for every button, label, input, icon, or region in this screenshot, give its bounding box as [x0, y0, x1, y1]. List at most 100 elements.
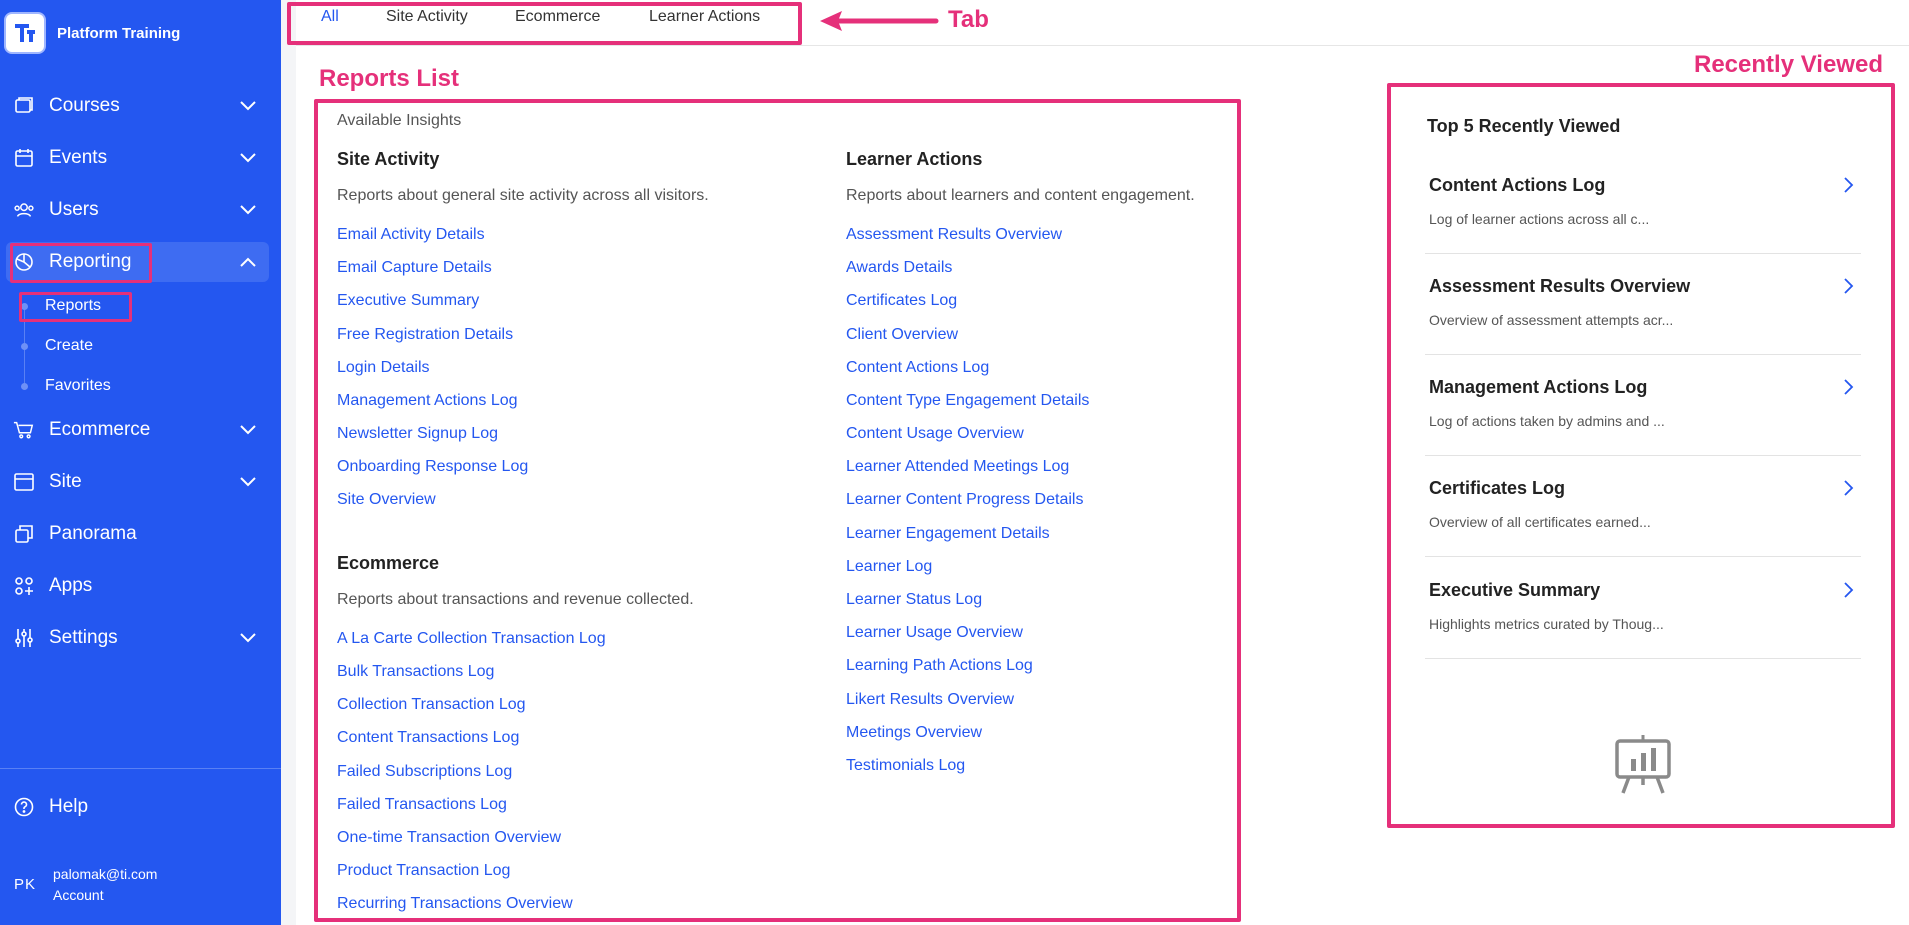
chevron-down-icon[interactable]	[238, 96, 258, 116]
report-link[interactable]: Site Overview	[337, 491, 436, 509]
report-link[interactable]: Meetings Overview	[846, 724, 982, 742]
report-link[interactable]: Learning Path Actions Log	[846, 657, 1033, 675]
recent-report-name: Executive Summary	[1429, 580, 1601, 600]
recently-viewed-item[interactable]: Management Actions Log Log of actions ta…	[1425, 355, 1861, 456]
report-link[interactable]: Content Actions Log	[846, 359, 989, 377]
section-description: Reports about general site activity acro…	[337, 187, 709, 204]
sidebar-item-courses[interactable]: Courses	[0, 86, 281, 126]
report-link[interactable]: Assessment Results Overview	[846, 226, 1062, 244]
chevron-down-icon[interactable]	[238, 148, 258, 168]
chevron-right-icon[interactable]	[1840, 276, 1856, 296]
chevron-down-icon[interactable]	[238, 200, 258, 220]
sidebar-item-settings[interactable]: Settings	[0, 618, 281, 658]
report-link[interactable]: Learner Content Progress Details	[846, 491, 1083, 509]
avatar: PK	[14, 876, 37, 893]
report-link[interactable]: Executive Summary	[337, 292, 479, 310]
cart-icon	[13, 419, 35, 441]
recent-report-name: Content Actions Log	[1429, 175, 1606, 195]
annotation-arrow-icon	[820, 11, 939, 31]
sidebar-item-label: Courses	[49, 95, 120, 116]
report-link[interactable]: Learner Log	[846, 558, 932, 576]
section-description: Reports about learners and content engag…	[846, 187, 1195, 204]
report-link[interactable]: Content Transactions Log	[337, 729, 519, 747]
apps-icon	[13, 575, 35, 597]
brand[interactable]: Platform Training	[4, 12, 180, 54]
sidebar-item-label: Site	[49, 471, 82, 492]
sidebar-item-help[interactable]: Help	[0, 787, 281, 827]
report-link[interactable]: Failed Subscriptions Log	[337, 763, 512, 781]
sidebar-item-users[interactable]: Users	[0, 190, 281, 230]
recently-viewed-item[interactable]: Assessment Results Overview Overview of …	[1425, 254, 1861, 355]
recently-viewed-item[interactable]: Executive Summary Highlights metrics cur…	[1425, 558, 1861, 659]
report-link[interactable]: Email Activity Details	[337, 226, 485, 244]
report-link[interactable]: Management Actions Log	[337, 392, 518, 410]
report-link[interactable]: Likert Results Overview	[846, 691, 1014, 709]
users-icon	[13, 199, 35, 221]
recent-report-name: Certificates Log	[1429, 478, 1566, 498]
report-link[interactable]: Testimonials Log	[846, 757, 965, 775]
recent-report-name: Assessment Results Overview	[1429, 276, 1691, 296]
copy-icon	[13, 523, 35, 545]
sidebar-item-label: Settings	[49, 627, 118, 648]
chevron-down-icon[interactable]	[238, 420, 258, 440]
report-link[interactable]: Awards Details	[846, 259, 952, 277]
report-link[interactable]: Content Usage Overview	[846, 425, 1024, 443]
report-link[interactable]: A La Carte Collection Transaction Log	[337, 630, 606, 648]
report-link[interactable]: Learner Status Log	[846, 591, 982, 609]
chevron-right-icon[interactable]	[1840, 580, 1856, 600]
chevron-right-icon[interactable]	[1840, 377, 1856, 397]
sidebar-item-label: Apps	[49, 575, 93, 596]
annotation-reports-list: Reports List	[319, 65, 460, 92]
bullet-icon	[21, 382, 28, 390]
chevron-down-icon[interactable]	[238, 628, 258, 648]
brand-name: Platform Training	[57, 24, 181, 42]
recent-report-name: Management Actions Log	[1429, 377, 1648, 397]
help-icon	[13, 796, 35, 818]
chevron-right-icon[interactable]	[1840, 175, 1856, 195]
sidebar-item-label: Ecommerce	[49, 419, 151, 440]
report-link[interactable]: Recurring Transactions Overview	[337, 895, 573, 913]
report-link[interactable]: Certificates Log	[846, 292, 957, 310]
account-menu[interactable]: PK palomak@ti.com Account	[0, 860, 281, 910]
browser-icon	[13, 471, 35, 493]
annotation-recently-viewed: Recently Viewed	[1694, 51, 1883, 78]
sidebar: Platform Training Courses Events Users R…	[0, 0, 281, 925]
sidebar-item-site[interactable]: Site	[0, 462, 281, 502]
report-link[interactable]: Login Details	[337, 359, 430, 377]
report-link[interactable]: Onboarding Response Log	[337, 458, 528, 476]
section-title-site-activity: Site Activity	[337, 149, 440, 169]
chevron-up-icon[interactable]	[238, 252, 258, 272]
report-link[interactable]: Failed Transactions Log	[337, 796, 507, 814]
report-link[interactable]: Learner Engagement Details	[846, 525, 1050, 543]
recently-viewed-item[interactable]: Certificates Log Overview of all certifi…	[1425, 456, 1861, 557]
sidebar-item-apps[interactable]: Apps	[0, 566, 281, 606]
report-link[interactable]: Client Overview	[846, 326, 958, 344]
reports-highlight-box	[19, 292, 132, 322]
report-link[interactable]: Bulk Transactions Log	[337, 663, 494, 681]
report-link[interactable]: Content Type Engagement Details	[846, 392, 1089, 410]
report-link[interactable]: Email Capture Details	[337, 259, 492, 277]
chevron-down-icon[interactable]	[238, 472, 258, 492]
sidebar-item-ecommerce[interactable]: Ecommerce	[0, 410, 281, 450]
sidebar-item-label: Panorama	[49, 523, 137, 544]
sidebar-item-panorama[interactable]: Panorama	[0, 514, 281, 554]
sidebar-subitem-create[interactable]: Create	[0, 331, 281, 361]
recent-report-description: Overview of assessment attempts acr...	[1429, 312, 1674, 328]
account-label: Account	[53, 887, 104, 903]
presentation-chart-icon	[1615, 735, 1671, 794]
report-link[interactable]: Product Transaction Log	[337, 862, 510, 880]
chevron-right-icon[interactable]	[1840, 478, 1856, 498]
recently-viewed-item[interactable]: Content Actions Log Log of learner actio…	[1425, 153, 1861, 254]
sidebar-divider	[0, 768, 281, 769]
report-link[interactable]: Free Registration Details	[337, 326, 513, 344]
report-link[interactable]: Learner Usage Overview	[846, 624, 1023, 642]
report-link[interactable]: Collection Transaction Log	[337, 696, 526, 714]
sidebar-item-events[interactable]: Events	[0, 138, 281, 178]
report-link[interactable]: One-time Transaction Overview	[337, 829, 561, 847]
available-insights-heading: Available Insights	[337, 112, 462, 129]
report-link[interactable]: Newsletter Signup Log	[337, 425, 498, 443]
sidebar-subitem-favorites[interactable]: Favorites	[0, 371, 281, 401]
report-link[interactable]: Learner Attended Meetings Log	[846, 458, 1069, 476]
sliders-icon	[13, 627, 35, 649]
reporting-highlight-box	[10, 243, 152, 283]
